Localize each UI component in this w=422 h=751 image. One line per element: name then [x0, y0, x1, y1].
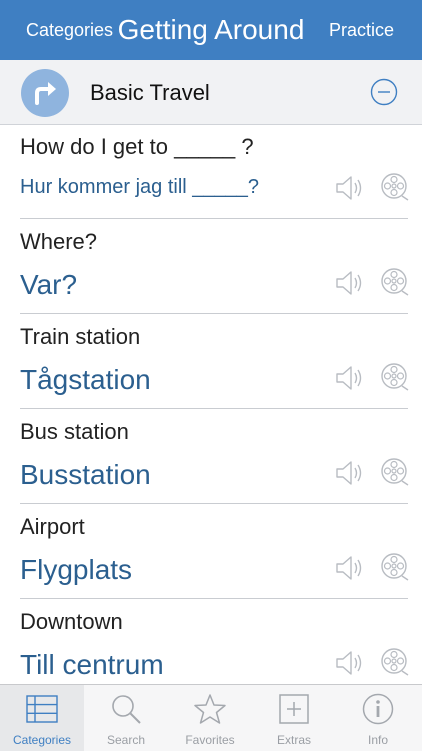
plus-box-icon — [279, 694, 309, 724]
phrase-english: Train station — [20, 324, 141, 349]
phrase-swedish: Busstation — [20, 459, 151, 490]
tab-label: Info — [367, 733, 388, 747]
practice-button[interactable]: Practice — [329, 20, 394, 41]
film-reel-icon[interactable] — [380, 362, 410, 392]
film-reel-icon[interactable] — [380, 172, 410, 202]
phrase-row[interactable]: Bus station Busstation — [0, 409, 422, 504]
speaker-icon[interactable] — [334, 649, 364, 677]
film-reel-icon[interactable] — [380, 457, 410, 487]
phrase-english: Airport — [20, 514, 85, 539]
phrase-row[interactable]: Airport Flygplats — [0, 504, 422, 599]
tab-favorites[interactable]: Favorites — [168, 685, 252, 751]
phrase-row[interactable]: Where? Var? — [0, 219, 422, 314]
phrase-swedish: Tågstation — [20, 364, 151, 395]
phrase-swedish: Var? — [20, 269, 78, 300]
tab-categories[interactable]: Categories — [0, 685, 84, 751]
section-title: Basic Travel — [90, 80, 210, 105]
phrase-english: Downtown — [20, 609, 123, 634]
section-header[interactable]: Basic Travel — [0, 60, 422, 125]
list-icon — [26, 695, 58, 723]
speaker-icon[interactable] — [334, 269, 364, 297]
phrase-swedish: Flygplats — [20, 554, 133, 585]
phrase-swedish: Till centrum — [20, 649, 164, 680]
tab-extras[interactable]: Extras — [252, 685, 336, 751]
star-icon — [194, 694, 226, 724]
phrase-row[interactable]: Downtown Till centrum — [0, 599, 422, 694]
speaker-icon[interactable] — [334, 459, 364, 487]
tab-label: Favorites — [185, 733, 235, 747]
info-icon — [362, 693, 394, 725]
tab-search[interactable]: Search — [84, 685, 168, 751]
navigation-bar: Categories Getting Around Practice — [0, 0, 422, 60]
phrase-english: Where? — [20, 229, 98, 254]
speaker-icon[interactable] — [334, 554, 364, 582]
tab-label: Extras — [276, 733, 311, 747]
turn-right-arrow-icon — [35, 82, 56, 105]
phrase-english: How do I get to _____ ? — [20, 134, 254, 159]
film-reel-icon[interactable] — [380, 647, 410, 677]
tab-bar: Categories Search Favorites Extras Info — [0, 684, 422, 751]
speaker-icon[interactable] — [334, 174, 364, 202]
tab-label: Search — [106, 733, 146, 747]
phrase-row[interactable]: Train station Tågstation — [0, 314, 422, 409]
collapse-minus-icon[interactable] — [370, 78, 398, 106]
tab-label: Categories — [12, 733, 72, 747]
film-reel-icon[interactable] — [380, 267, 410, 297]
film-reel-icon[interactable] — [380, 552, 410, 582]
tab-info[interactable]: Info — [336, 685, 420, 751]
phrase-english: Bus station — [20, 419, 129, 444]
phrase-row[interactable]: How do I get to _____ ? Hur kommer jag ti… — [0, 124, 422, 219]
phrase-swedish: Hur kommer jag till _____? — [20, 176, 259, 198]
section-badge — [21, 69, 69, 117]
search-icon — [112, 695, 141, 724]
speaker-icon[interactable] — [334, 364, 364, 392]
